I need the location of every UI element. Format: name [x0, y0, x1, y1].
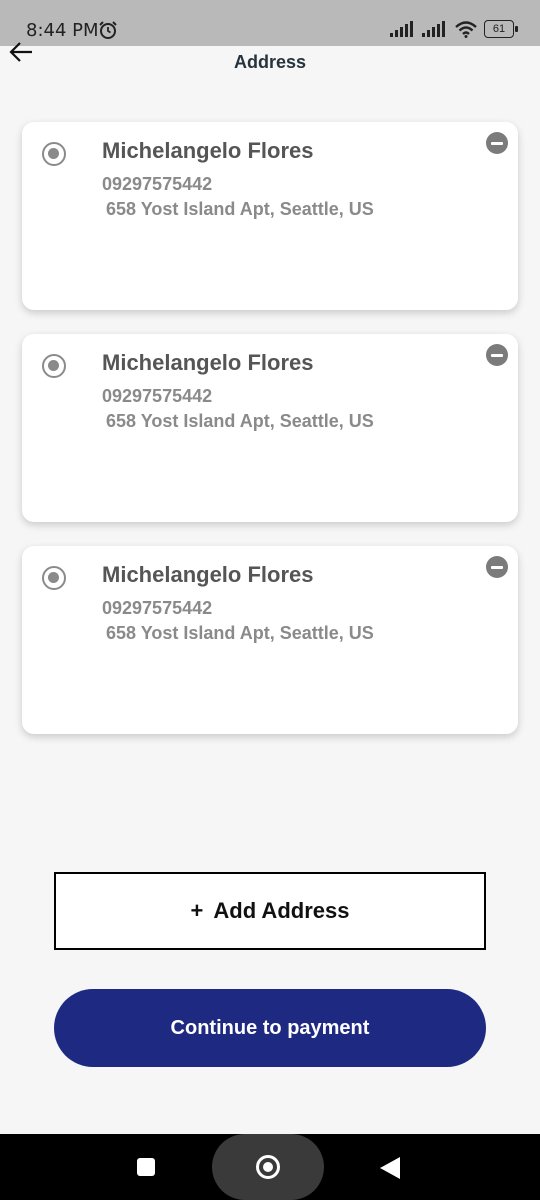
address-card[interactable]: Michelangelo Flores 09297575442 658 Yost…: [22, 334, 518, 522]
status-time: 8:44 PM: [26, 20, 99, 41]
add-address-button[interactable]: + Add Address: [54, 872, 486, 950]
address-name: Michelangelo Flores: [102, 350, 314, 375]
battery-icon: 61: [484, 20, 518, 38]
recents-square-icon[interactable]: [137, 1158, 155, 1176]
address-line: 658 Yost Island Apt, Seattle, US: [106, 623, 374, 643]
address-line: 658 Yost Island Apt, Seattle, US: [106, 411, 374, 431]
continue-to-payment-button[interactable]: Continue to payment: [54, 989, 486, 1067]
status-bar: 8:44 PM 61: [0, 0, 540, 46]
signal-icon: [422, 21, 445, 37]
back-triangle-icon[interactable]: [380, 1157, 400, 1179]
system-nav-bar: [0, 1134, 540, 1200]
address-name: Michelangelo Flores: [102, 138, 314, 163]
page-title: Address: [233, 52, 307, 72]
address-name: Michelangelo Flores: [102, 562, 314, 587]
address-card[interactable]: Michelangelo Flores 09297575442 658 Yost…: [22, 546, 518, 734]
home-circle-icon[interactable]: [256, 1155, 280, 1179]
address-card[interactable]: Michelangelo Flores 09297575442 658 Yost…: [22, 122, 518, 310]
address-phone: 09297575442: [102, 598, 213, 618]
remove-circle-icon[interactable]: [486, 556, 508, 578]
add-address-label: Add Address: [213, 898, 350, 923]
status-icons: 61: [390, 20, 518, 38]
plus-icon: +: [190, 898, 204, 923]
remove-circle-icon[interactable]: [486, 344, 508, 366]
radio-selected-icon[interactable]: [42, 566, 66, 590]
remove-circle-icon[interactable]: [486, 132, 508, 154]
radio-selected-icon[interactable]: [42, 142, 66, 166]
wifi-icon: [455, 21, 477, 38]
signal-icon: [390, 21, 413, 37]
address-phone: 09297575442: [102, 174, 213, 194]
radio-selected-icon[interactable]: [42, 354, 66, 378]
alarm-icon: [99, 21, 117, 39]
address-line: 658 Yost Island Apt, Seattle, US: [106, 199, 374, 219]
address-phone: 09297575442: [102, 386, 213, 406]
